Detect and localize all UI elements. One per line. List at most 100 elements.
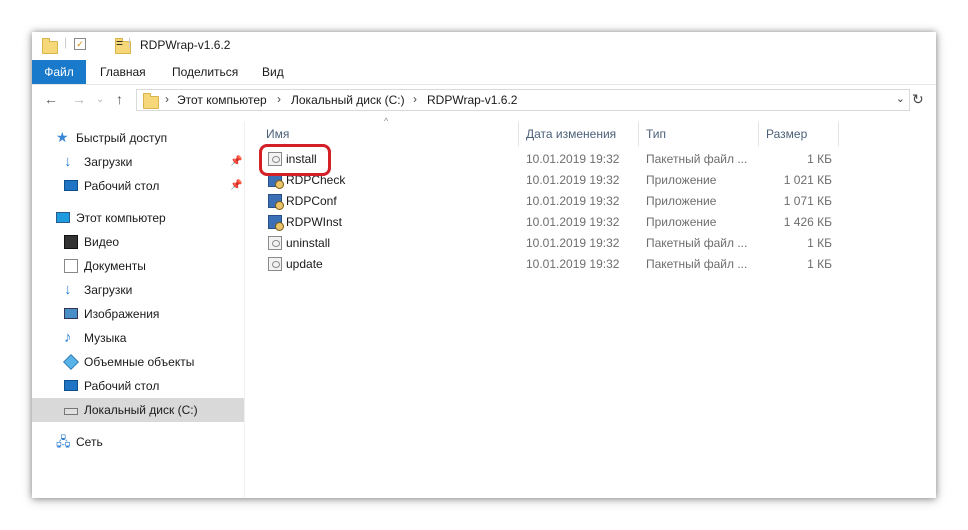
computer-icon [56,212,70,223]
tab-file[interactable]: Файл [32,60,86,84]
nav-pictures[interactable]: Изображения [32,302,244,326]
breadcrumb-separator[interactable]: › [277,92,281,106]
column-divider[interactable] [518,122,519,146]
file-modified: 10.01.2019 19:32 [526,152,620,166]
file-name: RDPWInst [286,215,343,229]
tab-view[interactable]: Вид [262,60,284,84]
nav-quick-access[interactable]: ★ Быстрый доступ [32,126,244,150]
nav-3d-objects[interactable]: Объемные объекты [32,350,244,374]
music-icon: ♪ [64,329,72,346]
file-modified: 10.01.2019 19:32 [526,257,620,271]
address-bar[interactable]: › Этот компьютер › Локальный диск (C:) ›… [136,89,910,111]
file-row[interactable]: update 10.01.2019 19:32 Пакетный файл ..… [260,254,840,275]
ribbon-tabs: Файл Главная Поделиться Вид [32,60,936,85]
nav-documents[interactable]: Документы [32,254,244,278]
file-type: Пакетный файл ... [646,152,748,166]
file-size: 1 426 КБ [783,215,832,229]
nav-pinned-desktop[interactable]: Рабочий стол 📌 [32,174,244,198]
column-header-type[interactable]: Тип [646,122,666,146]
highlight-box [259,144,331,176]
address-row: ← → ⌄ ↑ › Этот компьютер › Локальный дис… [32,85,936,115]
refresh-icon[interactable]: ↻ [912,91,924,108]
nav-this-pc[interactable]: Этот компьютер [32,206,244,230]
breadcrumb-separator[interactable]: › [413,92,417,106]
nav-label: Видео [84,235,120,249]
nav-network[interactable]: 🖧 Сеть [32,430,244,454]
file-name: uninstall [286,236,331,250]
file-size: 1 КБ [807,236,832,250]
column-divider[interactable] [638,122,639,146]
toolbar-divider: | [64,35,68,49]
pin-icon[interactable]: 📌 [230,150,242,174]
column-divider[interactable] [838,122,839,146]
nav-downloads[interactable]: ↓ Загрузки [32,278,244,302]
sort-ascending-icon: ^ [384,116,389,126]
back-arrow-icon[interactable]: ← [44,91,58,107]
properties-icon[interactable]: ✓ [74,38,86,50]
nav-local-disk[interactable]: Локальный диск (C:) [32,398,244,422]
file-modified: 10.01.2019 19:32 [526,173,620,187]
customize-toolbar-dropdown[interactable]: = [116,36,123,50]
star-icon: ★ [56,129,69,145]
file-type: Приложение [646,194,717,208]
folder-icon [42,38,58,54]
nav-pinned-downloads[interactable]: ↓ Загрузки 📌 [32,150,244,174]
nav-label: Загрузки [84,155,133,169]
file-row[interactable]: install 10.01.2019 19:32 Пакетный файл .… [260,149,840,170]
file-modified: 10.01.2019 19:32 [526,194,620,208]
breadcrumb-rdpwrap[interactable]: RDPWrap-v1.6.2 [427,93,517,107]
pane-splitter[interactable] [244,122,245,498]
application-icon [268,215,284,231]
nav-videos[interactable]: Видео [32,230,244,254]
tab-share[interactable]: Поделиться [172,60,238,84]
file-type: Пакетный файл ... [646,257,748,271]
nav-music[interactable]: ♪ Музыка [32,326,244,350]
file-name: RDPConf [286,194,337,208]
title-bar: | ✓ = | RDPWrap-v1.6.2 [32,32,936,60]
pictures-icon [64,308,78,319]
nav-label: Изображения [84,307,160,321]
file-type: Приложение [646,173,717,187]
column-header-name[interactable]: Имя [266,122,289,146]
nav-label: Загрузки [84,283,133,297]
nav-label: Музыка [84,331,127,345]
download-arrow-icon: ↓ [64,153,72,170]
column-header-modified[interactable]: Дата изменения [526,122,616,146]
file-modified: 10.01.2019 19:32 [526,236,620,250]
toolbar-divider: | [128,35,132,49]
drive-icon [64,408,78,415]
document-icon [64,259,78,273]
application-icon [268,194,284,210]
tab-home[interactable]: Главная [100,60,146,84]
recent-locations-chevron-icon[interactable]: ⌄ [96,94,104,105]
file-row[interactable]: uninstall 10.01.2019 19:32 Пакетный файл… [260,233,840,254]
file-row[interactable]: RDPCheck 10.01.2019 19:32 Приложение 1 0… [260,170,840,191]
desktop-icon [64,180,78,191]
up-arrow-icon[interactable]: ↑ [116,91,123,107]
pin-icon[interactable]: 📌 [230,174,242,198]
file-row[interactable]: RDPWInst 10.01.2019 19:32 Приложение 1 4… [260,212,840,233]
nav-label: Документы [84,259,146,273]
column-divider[interactable] [758,122,759,146]
nav-label: Рабочий стол [84,179,160,193]
breadcrumb-local-disk[interactable]: Локальный диск (C:) [291,93,405,107]
file-size: 1 071 КБ [783,194,832,208]
forward-arrow-icon[interactable]: → [72,91,86,107]
nav-desktop[interactable]: Рабочий стол [32,374,244,398]
file-type: Пакетный файл ... [646,236,748,250]
video-icon [64,235,78,249]
nav-label: Локальный диск (C:) [84,403,198,417]
file-size: 1 КБ [807,152,832,166]
breadcrumb-this-pc[interactable]: Этот компьютер [177,93,267,107]
file-row[interactable]: RDPConf 10.01.2019 19:32 Приложение 1 07… [260,191,840,212]
network-icon: 🖧 [56,434,71,449]
batch-file-icon [268,236,282,250]
address-dropdown-chevron-icon[interactable]: ⌄ [896,92,905,105]
navigation-pane: ★ Быстрый доступ ↓ Загрузки 📌 Рабочий ст… [32,122,244,498]
nav-label: Этот компьютер [76,211,166,225]
file-name: update [286,257,323,271]
nav-label: Сеть [76,435,103,449]
batch-file-icon [268,257,282,271]
column-header-size[interactable]: Размер [766,122,807,146]
breadcrumb-separator[interactable]: › [165,92,169,106]
